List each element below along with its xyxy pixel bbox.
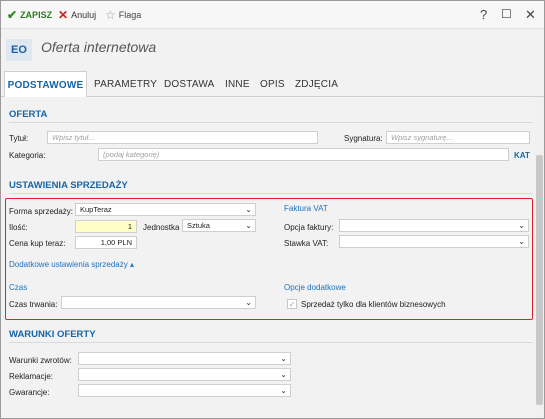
- section-title-warunki: WARUNKI OFERTY: [9, 329, 96, 340]
- buy-now-price-input[interactable]: 1,00 PLN: [75, 236, 137, 249]
- cancel-button[interactable]: ✕ Anuluj: [58, 8, 96, 22]
- help-button[interactable]: ?: [480, 7, 487, 22]
- offer-window: ✔ ZAPISZ ✕ Anuluj ☆ Flaga ? ☐ ✕ EO Ofert…: [0, 0, 545, 419]
- chevron-down-icon: ⌄: [518, 237, 525, 246]
- sygnatura-label: Sygnatura:: [344, 134, 383, 143]
- category-input[interactable]: (podaj kategorię): [98, 148, 509, 161]
- stawka-vat-label: Stawka VAT:: [284, 239, 329, 248]
- ilosc-label: Ilość:: [9, 223, 28, 232]
- reklamacje-label: Reklamacje:: [9, 372, 54, 381]
- section-title-sprzedaz: USTAWIENIA SPRZEDAŻY: [9, 180, 128, 191]
- unit-value: Sztuka: [187, 221, 210, 230]
- x-icon: ✕: [58, 8, 69, 22]
- business-only-label: Sprzedaż tylko dla klientów biznesowych: [301, 300, 446, 309]
- tab-podstawowe[interactable]: PODSTAWOWE: [4, 71, 87, 98]
- additional-settings-toggle[interactable]: Dodatkowe ustawienia sprzedaży ▴: [9, 260, 134, 269]
- warunki-zwrotow-label: Warunki zwrotów:: [9, 356, 72, 365]
- tab-inne[interactable]: INNE: [225, 71, 250, 97]
- save-label: ZAPISZ: [20, 10, 53, 20]
- tab-dostawa[interactable]: DOSTAWA: [164, 71, 214, 97]
- scrollbar-thumb[interactable]: [536, 155, 543, 405]
- cena-label: Cena kup teraz:: [9, 239, 66, 248]
- check-icon: ✔: [7, 8, 18, 22]
- chevron-down-icon: ⌄: [245, 221, 252, 230]
- maximize-button[interactable]: ☐: [501, 7, 512, 21]
- jednostka-label: Jednostka: [143, 223, 180, 232]
- chevron-down-icon: ⌄: [280, 386, 287, 395]
- chevron-down-icon: ⌄: [280, 370, 287, 379]
- document-header: EO Oferta internetowa: [1, 29, 544, 71]
- section-divider: [9, 122, 533, 123]
- business-only-checkbox[interactable]: ✓: [287, 299, 297, 309]
- return-policy-select[interactable]: ⌄: [78, 352, 291, 365]
- complaints-policy-select[interactable]: ⌄: [78, 368, 291, 381]
- section-title-oferta: OFERTA: [9, 109, 48, 120]
- cancel-label: Anuluj: [71, 10, 97, 20]
- tab-bar: PODSTAWOWE PARAMETRY DOSTAWA INNE OPIS Z…: [1, 71, 544, 98]
- close-button[interactable]: ✕: [525, 7, 536, 23]
- faktura-vat-heading: Faktura VAT: [284, 204, 328, 213]
- flag-button[interactable]: ☆ Flaga: [105, 8, 141, 22]
- star-icon: ☆: [105, 8, 116, 22]
- forma-sprzedazy-label: Forma sprzedaży:: [9, 207, 74, 216]
- document-badge: EO: [6, 39, 32, 61]
- kategoria-label: Kategoria:: [9, 151, 46, 160]
- flag-label: Flaga: [118, 10, 142, 20]
- sale-format-select[interactable]: KupTeraz ⌄: [75, 203, 256, 216]
- czas-trwania-label: Czas trwania:: [9, 300, 58, 309]
- chevron-down-icon: ⌄: [245, 205, 252, 214]
- duration-select[interactable]: ⌄: [61, 296, 256, 309]
- section-divider: [9, 342, 533, 343]
- warranty-select[interactable]: ⌄: [78, 384, 291, 397]
- opcje-dodatkowe-heading: Opcje dodatkowe: [284, 283, 346, 292]
- sale-format-value: KupTeraz: [80, 205, 112, 214]
- category-picker-button[interactable]: KAT: [514, 151, 530, 160]
- save-button[interactable]: ✔ ZAPISZ: [7, 8, 52, 22]
- toolbar: ✔ ZAPISZ ✕ Anuluj ☆ Flaga ? ☐ ✕: [1, 1, 544, 29]
- chevron-down-icon: ⌄: [245, 298, 252, 307]
- signature-input[interactable]: Wpisz sygnaturę...: [386, 131, 530, 144]
- tab-zdjecia[interactable]: ZDJĘCIA: [295, 71, 338, 97]
- tab-opis[interactable]: OPIS: [260, 71, 285, 97]
- page-title: Oferta internetowa: [41, 39, 157, 55]
- title-input[interactable]: Wpisz tytuł...: [47, 131, 318, 144]
- tytul-label: Tytuł:: [9, 134, 29, 143]
- invoice-option-select[interactable]: ⌄: [339, 219, 529, 232]
- chevron-down-icon: ⌄: [280, 354, 287, 363]
- vat-rate-select[interactable]: ⌄: [339, 235, 529, 248]
- tab-parametry[interactable]: PARAMETRY: [94, 71, 157, 97]
- unit-select[interactable]: Sztuka ⌄: [182, 219, 256, 232]
- quantity-input[interactable]: 1: [75, 220, 137, 233]
- chevron-down-icon: ⌄: [518, 221, 525, 230]
- gwarancje-label: Gwarancje:: [9, 388, 50, 397]
- opcja-faktury-label: Opcja faktury:: [284, 223, 334, 232]
- czas-heading: Czas: [9, 283, 28, 292]
- section-divider: [9, 193, 533, 194]
